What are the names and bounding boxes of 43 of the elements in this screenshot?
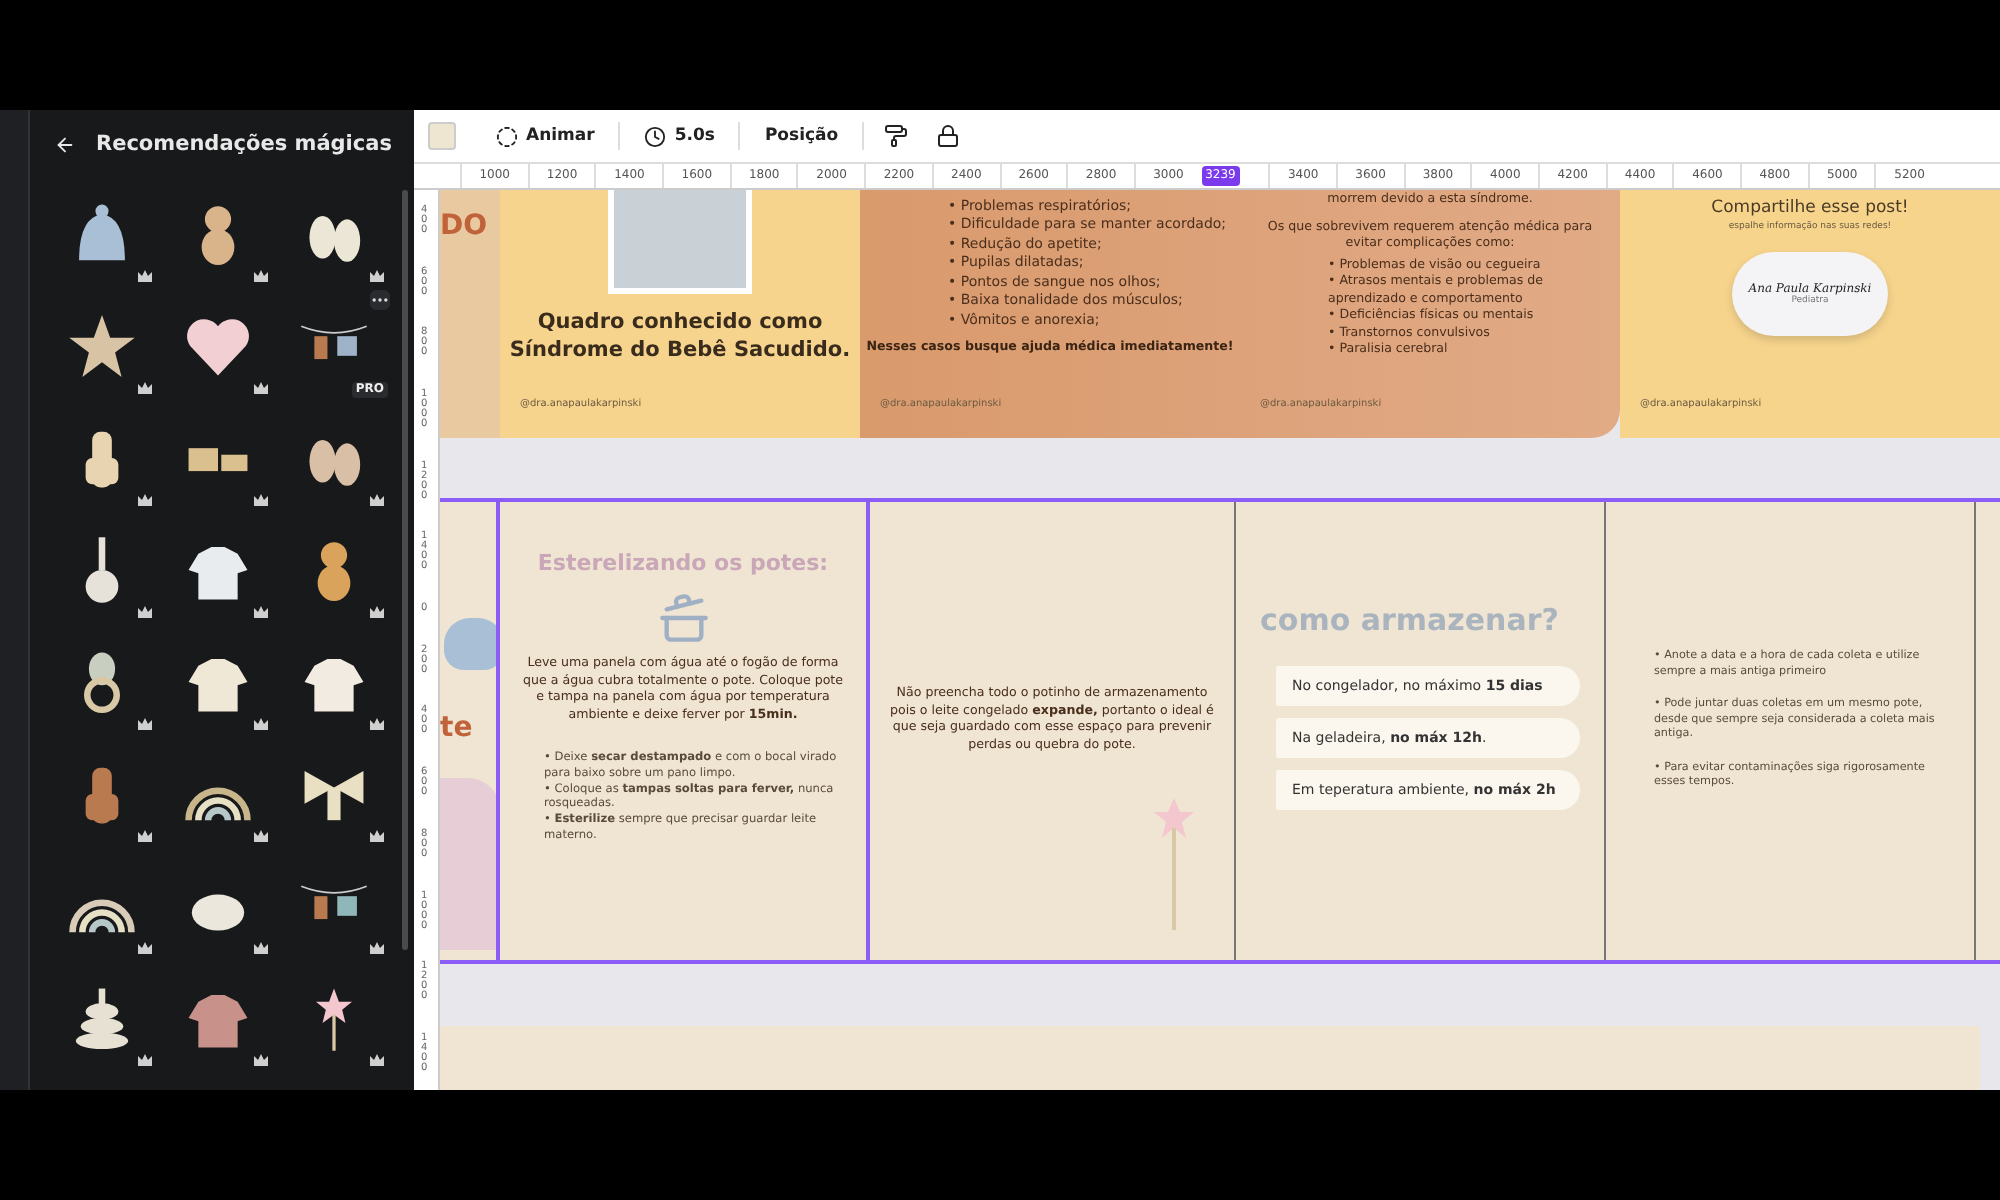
page-heading: DO	[440, 210, 488, 242]
color-swatch[interactable]	[428, 122, 456, 150]
crown-icon	[138, 494, 152, 506]
crown-icon	[370, 494, 384, 506]
duration-button[interactable]: 5.0s	[632, 116, 727, 156]
position-button[interactable]: Posição	[752, 116, 851, 156]
star-drawing[interactable]	[66, 310, 138, 382]
back-icon[interactable]	[54, 133, 76, 155]
page-heading: te	[440, 712, 473, 744]
more-icon[interactable]	[370, 290, 390, 310]
page-title: Quadro conhecido como Síndrome do Bebê Sacudido.	[507, 310, 853, 365]
crown-icon	[254, 1054, 268, 1066]
crown-icon	[254, 830, 268, 842]
crown-icon	[138, 606, 152, 618]
crown-icon	[138, 382, 152, 394]
animate-button[interactable]: Animar	[484, 116, 607, 156]
crown-icon	[370, 942, 384, 954]
crown-icon	[370, 718, 384, 730]
scrollbar[interactable]	[402, 190, 408, 950]
crown-icon	[138, 942, 152, 954]
crown-icon	[138, 830, 152, 842]
star-wand-drawing	[1154, 798, 1194, 930]
crown-icon	[370, 270, 384, 282]
crown-icon	[138, 270, 152, 282]
pot-icon	[657, 592, 709, 644]
dashed-circle-icon	[496, 125, 518, 147]
panel-title: Recomendações mágicas	[96, 132, 392, 156]
crown-icon	[370, 1054, 384, 1066]
page-title: Esterelizando os potes:	[537, 550, 829, 576]
crown-icon	[254, 718, 268, 730]
page-title: como armazenar?	[1260, 602, 1559, 638]
cloud-drawing	[444, 618, 496, 670]
crown-icon	[254, 942, 268, 954]
crown-icon	[138, 1054, 152, 1066]
clock-icon	[644, 125, 667, 147]
crown-icon	[370, 830, 384, 842]
crown-icon	[254, 382, 268, 394]
crown-icon	[370, 606, 384, 618]
crown-icon	[254, 270, 268, 282]
crown-icon	[254, 494, 268, 506]
share-title: Compartilhe esse post!	[1711, 198, 1909, 218]
crown-icon	[138, 718, 152, 730]
crown-icon	[254, 606, 268, 618]
